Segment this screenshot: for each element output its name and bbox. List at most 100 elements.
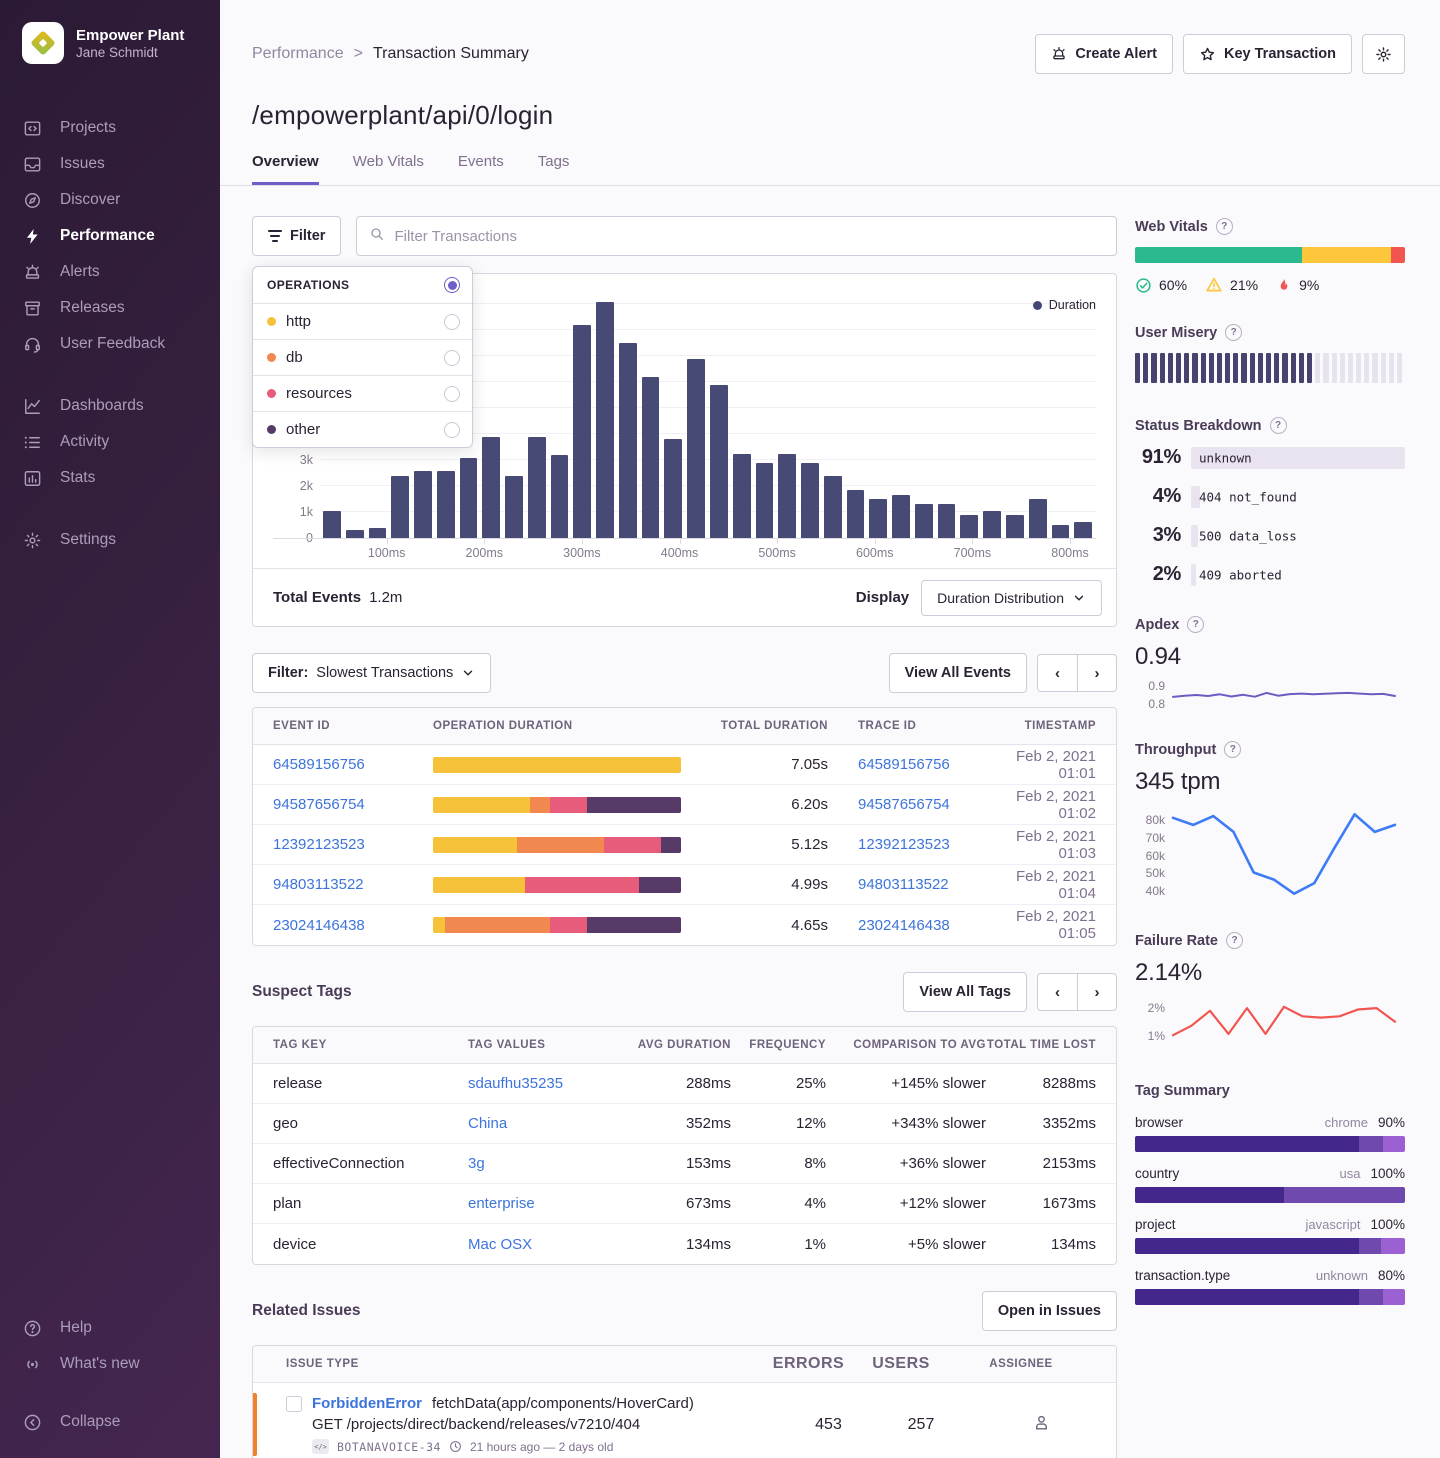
events-prev-button[interactable]: ‹ <box>1037 654 1077 692</box>
tag-summary-bar[interactable] <box>1135 1187 1405 1203</box>
histogram-bar[interactable] <box>938 504 956 538</box>
tag-value-link[interactable]: sdaufhu35235 <box>468 1075 616 1092</box>
sidebar-item-releases[interactable]: Releases <box>22 290 220 326</box>
sidebar-item-discover[interactable]: Discover <box>22 182 220 218</box>
histogram-bar[interactable] <box>801 463 819 538</box>
help-question-icon[interactable]: ? <box>1187 616 1204 633</box>
histogram-bar[interactable] <box>869 499 887 538</box>
histogram-bar[interactable] <box>1006 515 1024 538</box>
trace-id-link[interactable]: 94587656754 <box>828 796 1003 813</box>
histogram-bar[interactable] <box>528 437 546 538</box>
histogram-bar[interactable] <box>573 325 591 538</box>
event-id-link[interactable]: 12392123523 <box>273 836 433 853</box>
operations-all-radio[interactable] <box>444 277 460 293</box>
filter-button[interactable]: Filter <box>252 216 341 256</box>
histogram-bar[interactable] <box>733 454 751 538</box>
histogram-bar[interactable] <box>664 439 682 538</box>
display-select[interactable]: Duration Distribution <box>921 580 1102 616</box>
assignee-icon[interactable] <box>1032 1413 1051 1436</box>
transaction-settings-button[interactable] <box>1362 34 1405 74</box>
histogram-bar[interactable] <box>1052 525 1070 538</box>
help-question-icon[interactable]: ? <box>1226 932 1243 949</box>
event-id-link[interactable]: 94587656754 <box>273 796 433 813</box>
sidebar-item-help[interactable]: Help <box>22 1310 220 1346</box>
sidebar-item-activity[interactable]: Activity <box>22 424 220 460</box>
histogram-bar[interactable] <box>756 463 774 538</box>
trace-id-link[interactable]: 12392123523 <box>828 836 1003 853</box>
operation-radio[interactable] <box>444 350 460 366</box>
view-all-tags-button[interactable]: View All Tags <box>903 972 1027 1012</box>
search-input[interactable] <box>394 228 1104 245</box>
open-in-issues-button[interactable]: Open in Issues <box>982 1291 1117 1331</box>
histogram-bar[interactable] <box>847 490 865 538</box>
trace-id-link[interactable]: 64589156756 <box>828 756 1003 773</box>
help-question-icon[interactable]: ? <box>1216 218 1233 235</box>
sidebar-item-settings[interactable]: Settings <box>22 522 220 558</box>
event-id-link[interactable]: 94803113522 <box>273 876 433 893</box>
histogram-bar[interactable] <box>983 511 1001 538</box>
issue-row[interactable]: ForbiddenError fetchData(app/components/… <box>253 1383 1116 1458</box>
histogram-bar[interactable] <box>642 377 660 538</box>
create-alert-button[interactable]: Create Alert <box>1035 34 1173 74</box>
issue-type-link[interactable]: ForbiddenError <box>312 1395 422 1412</box>
issue-checkbox[interactable] <box>286 1396 302 1412</box>
histogram-bar[interactable] <box>710 385 728 538</box>
histogram-bar[interactable] <box>619 343 637 538</box>
view-all-events-button[interactable]: View All Events <box>889 653 1027 693</box>
histogram-bar[interactable] <box>824 476 842 538</box>
event-id-link[interactable]: 64589156756 <box>273 756 433 773</box>
sidebar-item-performance[interactable]: Performance <box>22 218 220 254</box>
tab-overview[interactable]: Overview <box>252 153 319 185</box>
operation-option-db[interactable]: db <box>253 340 472 376</box>
sidebar-item-stats[interactable]: Stats <box>22 460 220 496</box>
breadcrumb-performance[interactable]: Performance <box>252 45 344 63</box>
operation-radio[interactable] <box>444 314 460 330</box>
help-question-icon[interactable]: ? <box>1225 324 1242 341</box>
tab-events[interactable]: Events <box>458 153 504 185</box>
tab-tags[interactable]: Tags <box>538 153 570 185</box>
trace-id-link[interactable]: 94803113522 <box>828 876 1003 893</box>
histogram-bar[interactable] <box>505 476 523 538</box>
org-switcher[interactable]: Empower Plant Jane Schmidt <box>22 22 220 64</box>
sidebar-item-dashboards[interactable]: Dashboards <box>22 388 220 424</box>
tag-summary-bar[interactable] <box>1135 1238 1405 1254</box>
histogram-bar[interactable] <box>1029 499 1047 538</box>
tag-summary-bar[interactable] <box>1135 1289 1405 1305</box>
histogram-bar[interactable] <box>551 455 569 538</box>
trace-id-link[interactable]: 23024146438 <box>828 917 1003 934</box>
histogram-bar[interactable] <box>596 302 614 538</box>
event-id-link[interactable]: 23024146438 <box>273 917 433 934</box>
histogram-bar[interactable] <box>1074 522 1092 538</box>
histogram-bar[interactable] <box>369 528 387 538</box>
sidebar-item-user-feedback[interactable]: User Feedback <box>22 326 220 362</box>
histogram-bar[interactable] <box>437 471 455 538</box>
operation-option-other[interactable]: other <box>253 412 472 447</box>
histogram-bar[interactable] <box>915 504 933 538</box>
histogram-bar[interactable] <box>892 495 910 538</box>
histogram-bar[interactable] <box>414 471 432 538</box>
operation-option-http[interactable]: http <box>253 304 472 340</box>
operation-radio[interactable] <box>444 386 460 402</box>
histogram-bar[interactable] <box>460 458 478 538</box>
tag-value-link[interactable]: Mac OSX <box>468 1236 616 1253</box>
tag-value-link[interactable]: China <box>468 1115 616 1132</box>
histogram-bar[interactable] <box>346 530 364 538</box>
histogram-bar[interactable] <box>323 511 341 538</box>
sidebar-item-what-s-new[interactable]: What's new <box>22 1346 220 1382</box>
tag-value-link[interactable]: enterprise <box>468 1195 616 1212</box>
operation-option-resources[interactable]: resources <box>253 376 472 412</box>
sidebar-item-projects[interactable]: Projects <box>22 110 220 146</box>
events-filter-select[interactable]: Filter: Slowest Transactions <box>252 653 491 693</box>
tag-summary-bar[interactable] <box>1135 1136 1405 1152</box>
sidebar-item-collapse[interactable]: Collapse <box>22 1404 220 1440</box>
histogram-bar[interactable] <box>391 476 409 538</box>
histogram-bar[interactable] <box>960 515 978 538</box>
operation-radio[interactable] <box>444 422 460 438</box>
sidebar-item-alerts[interactable]: Alerts <box>22 254 220 290</box>
tab-web-vitals[interactable]: Web Vitals <box>353 153 424 185</box>
events-next-button[interactable]: › <box>1077 654 1117 692</box>
operations-dropdown-header[interactable]: OPERATIONS <box>253 267 472 304</box>
histogram-bar[interactable] <box>687 359 705 538</box>
key-transaction-button[interactable]: Key Transaction <box>1183 34 1352 74</box>
chart-legend[interactable]: Duration <box>1033 298 1096 312</box>
